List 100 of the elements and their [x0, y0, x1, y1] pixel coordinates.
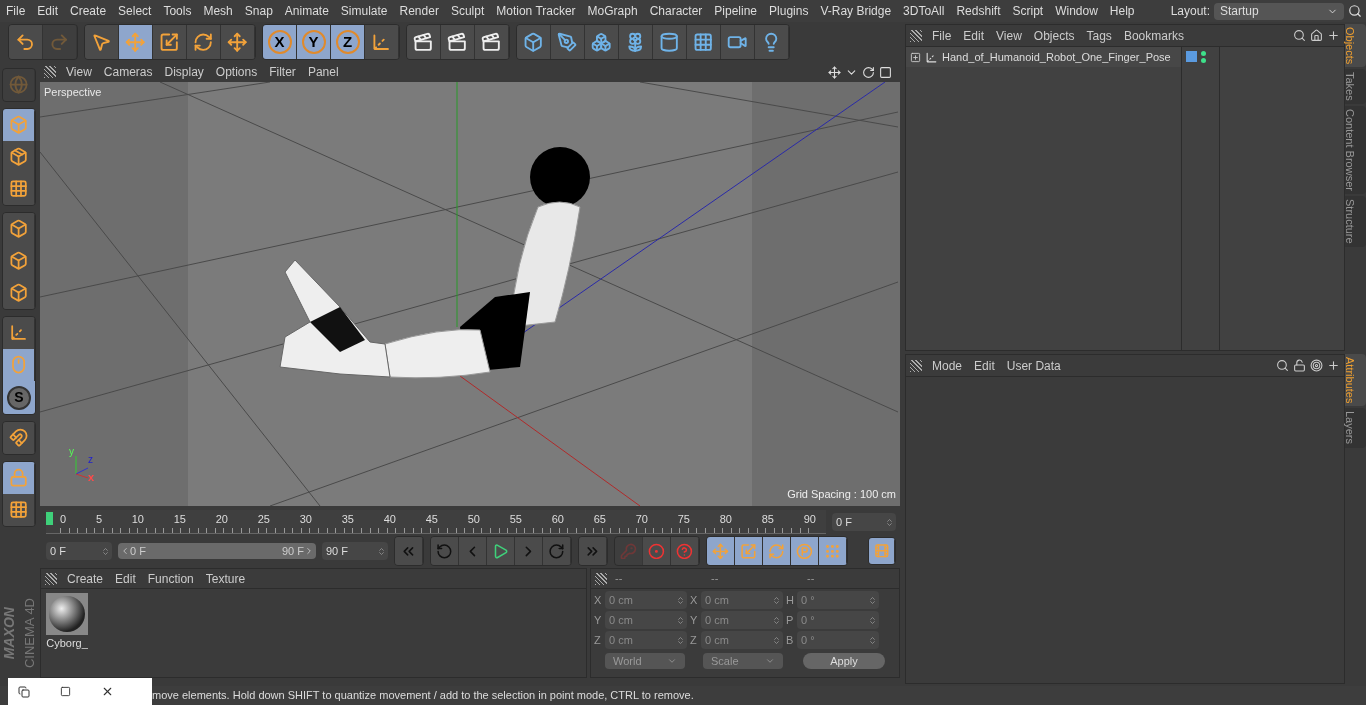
- stepper-icon[interactable]: [772, 595, 781, 605]
- end-frame-field[interactable]: 90 F: [322, 542, 388, 560]
- playhead-marker[interactable]: [46, 512, 53, 525]
- expand-icon[interactable]: [910, 51, 921, 63]
- clapperboard-button[interactable]: [441, 25, 475, 59]
- layout-dropdown[interactable]: Startup: [1214, 2, 1344, 20]
- menu-item[interactable]: Simulate: [334, 2, 394, 20]
- menu-item[interactable]: Redshift: [950, 2, 1007, 20]
- package-button[interactable]: [3, 141, 35, 173]
- menu-item[interactable]: Mesh: [197, 2, 239, 20]
- menu-item[interactable]: Function: [141, 569, 200, 588]
- menu-item[interactable]: Script: [1006, 2, 1050, 20]
- grid-button[interactable]: [3, 494, 35, 526]
- maximize-icon[interactable]: [60, 686, 71, 697]
- cube-button[interactable]: [517, 25, 551, 59]
- menu-item[interactable]: File: [926, 26, 958, 45]
- apply-button[interactable]: Apply: [803, 653, 885, 669]
- menu-item[interactable]: Create: [61, 569, 110, 588]
- add-icon[interactable]: [1327, 359, 1340, 372]
- stepper-icon[interactable]: [885, 517, 894, 527]
- side-tab[interactable]: Objects: [1345, 24, 1366, 68]
- menu-item[interactable]: Motion Tracker: [490, 2, 582, 20]
- help-button[interactable]: [671, 537, 699, 565]
- material-name[interactable]: Cyborg_: [46, 635, 88, 652]
- film-button[interactable]: [869, 538, 895, 564]
- side-tab[interactable]: Takes: [1345, 69, 1366, 105]
- menu-item[interactable]: Edit: [957, 26, 991, 45]
- flower-button[interactable]: [619, 25, 653, 59]
- menu-item[interactable]: Panel: [301, 63, 345, 81]
- menu-item[interactable]: 3DToAll: [897, 2, 951, 20]
- side-tab[interactable]: Layers: [1345, 408, 1366, 448]
- menu-item[interactable]: Objects: [1027, 26, 1081, 45]
- stepper-icon[interactable]: [676, 595, 685, 605]
- menu-item[interactable]: Filter: [263, 63, 302, 81]
- menu-item[interactable]: Create: [64, 2, 113, 20]
- menu-item[interactable]: Edit: [109, 569, 142, 588]
- axis-button[interactable]: [3, 317, 35, 349]
- menu-item[interactable]: Edit: [968, 356, 1001, 375]
- menu-item[interactable]: Bookmarks: [1117, 26, 1190, 45]
- stepper-icon[interactable]: [868, 615, 877, 625]
- magnet-button[interactable]: [3, 422, 35, 454]
- side-tab[interactable]: Content Browser: [1345, 106, 1366, 194]
- scale-button[interactable]: [735, 537, 763, 565]
- material-thumbnail[interactable]: [46, 593, 88, 635]
- clapperboard-button[interactable]: [475, 25, 509, 59]
- cube-button[interactable]: [3, 109, 35, 141]
- rotate-button[interactable]: [187, 25, 221, 59]
- menu-item[interactable]: Tools: [157, 2, 198, 20]
- orbit-icon[interactable]: [862, 65, 875, 79]
- stepper-icon[interactable]: [772, 635, 781, 645]
- grid-button[interactable]: [687, 25, 721, 59]
- points-button[interactable]: [819, 537, 847, 565]
- pan-icon[interactable]: [828, 65, 841, 79]
- cube-button[interactable]: [3, 277, 35, 309]
- axes-button[interactable]: [365, 25, 399, 59]
- layer-swatch-icon[interactable]: [1186, 51, 1197, 62]
- menu-item[interactable]: Select: [112, 2, 158, 20]
- menu-item[interactable]: User Data: [1000, 356, 1067, 375]
- menu-item[interactable]: Character: [643, 2, 709, 20]
- grid-button[interactable]: [3, 173, 35, 205]
- menu-item[interactable]: Plugins: [763, 2, 815, 20]
- search-icon[interactable]: [1276, 359, 1289, 372]
- menu-item[interactable]: View: [60, 63, 98, 81]
- menu-item[interactable]: V-Ray Bridge: [814, 2, 898, 20]
- menu-item[interactable]: Snap: [238, 2, 279, 20]
- menu-item[interactable]: Cameras: [97, 63, 159, 81]
- lightbulb-button[interactable]: [755, 25, 789, 59]
- z-axis-button[interactable]: Z: [331, 25, 365, 59]
- stepper-icon[interactable]: [676, 635, 685, 645]
- search-icon[interactable]: [1348, 4, 1362, 18]
- current-frame-field[interactable]: 0 F: [832, 513, 896, 531]
- menu-item[interactable]: MoGraph: [581, 2, 644, 20]
- cylinder-button[interactable]: [653, 25, 687, 59]
- skip-start-button[interactable]: [395, 537, 423, 565]
- camera-label[interactable]: Perspective: [44, 84, 102, 101]
- stepper-icon[interactable]: [868, 635, 877, 645]
- restore-icon[interactable]: [18, 685, 30, 698]
- pointer-button[interactable]: [85, 25, 119, 59]
- rotate-button[interactable]: [763, 537, 791, 565]
- x-axis-button[interactable]: X: [263, 25, 297, 59]
- add-icon[interactable]: [1327, 29, 1340, 42]
- search-icon[interactable]: [1293, 29, 1306, 42]
- menu-item[interactable]: Window: [1049, 2, 1104, 20]
- timeline-ruler[interactable]: 0 5 10 15 20 25 30 35 40 45 50 55 60 65 70 75 80 85 90: [46, 510, 826, 534]
- move-button[interactable]: [119, 25, 153, 59]
- stepper-icon[interactable]: [101, 546, 110, 556]
- menu-item[interactable]: View: [990, 26, 1028, 45]
- undo-button[interactable]: [9, 25, 43, 59]
- lock-icon[interactable]: [1293, 359, 1306, 372]
- solo-button[interactable]: S: [3, 381, 35, 414]
- y-axis-button[interactable]: Y: [297, 25, 331, 59]
- visibility-dots-icon[interactable]: [1201, 51, 1206, 63]
- menu-item[interactable]: Edit: [31, 2, 65, 20]
- cubes-button[interactable]: [585, 25, 619, 59]
- play-button[interactable]: [487, 537, 515, 565]
- menu-item[interactable]: Texture: [199, 569, 252, 588]
- move-button[interactable]: [707, 537, 735, 565]
- menu-item[interactable]: Pipeline: [708, 2, 764, 20]
- clapperboard-button[interactable]: [407, 25, 441, 59]
- menu-item[interactable]: Tags: [1080, 26, 1118, 45]
